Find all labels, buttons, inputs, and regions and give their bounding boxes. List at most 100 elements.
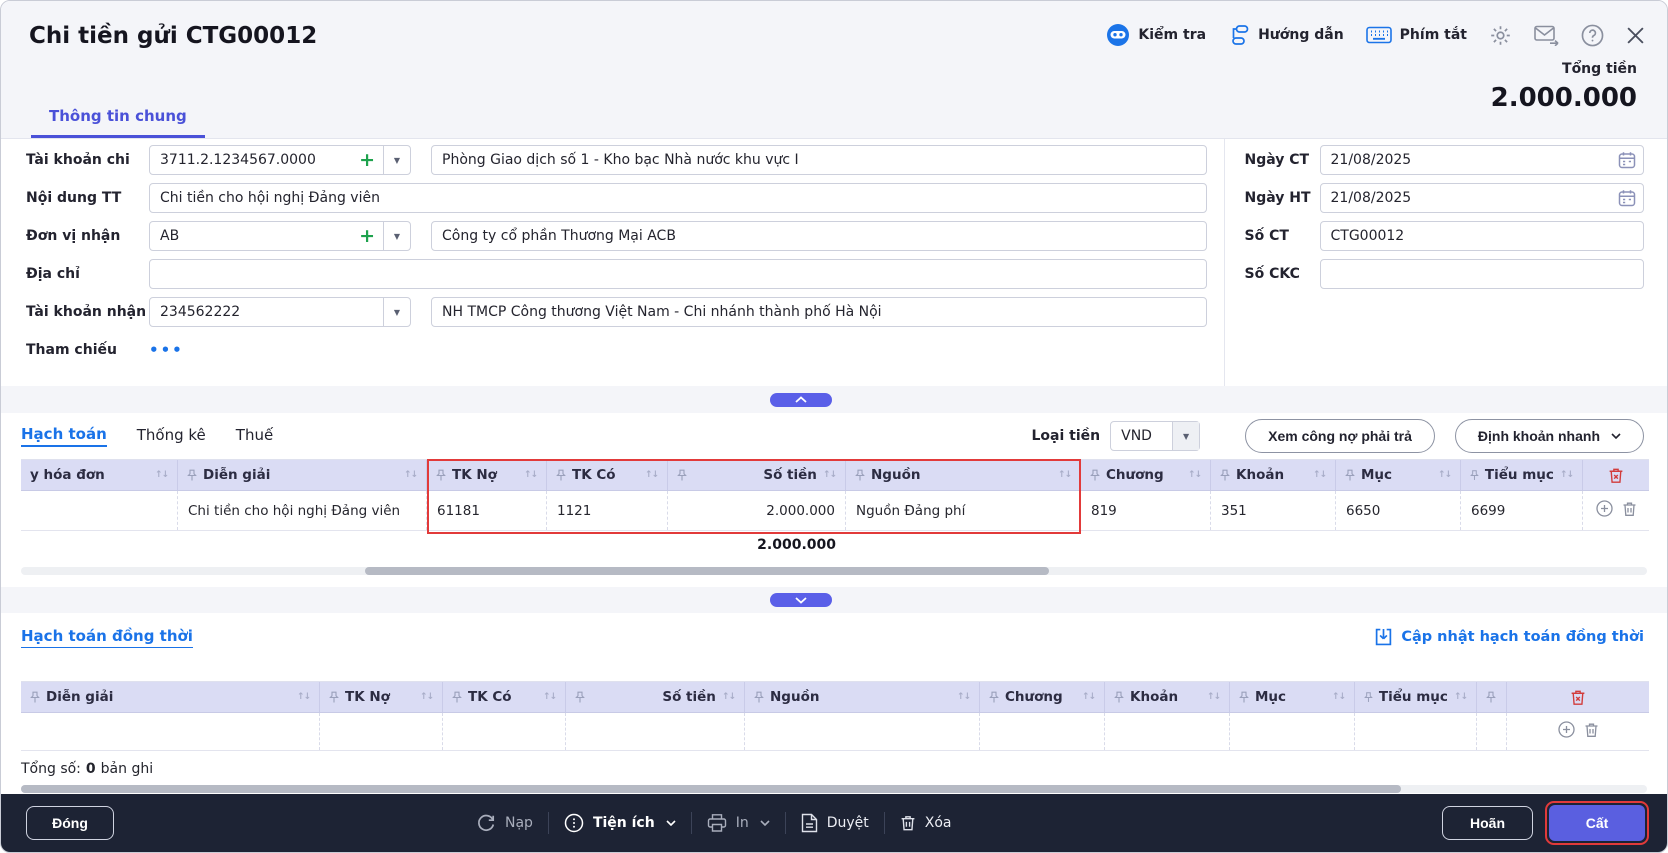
chevron-down-icon[interactable]: ▼ — [383, 222, 410, 250]
close-icon[interactable] — [1626, 26, 1645, 45]
sort-icon[interactable]: ↑↓ — [823, 470, 836, 480]
payment-content-field[interactable]: Chi tiền cho hội nghị Đảng viên — [149, 183, 1207, 213]
calendar-icon[interactable] — [1618, 189, 1636, 211]
sort-icon[interactable]: ↑↓ — [524, 470, 537, 480]
approve-button[interactable]: Duyệt — [801, 813, 869, 833]
sort-icon[interactable]: ↑↓ — [1332, 692, 1345, 702]
posting-date-field[interactable]: 21/08/2025 — [1320, 183, 1645, 213]
view-payables-button[interactable]: Xem công nợ phải trả — [1245, 419, 1435, 453]
add-icon[interactable]: + — [351, 227, 383, 246]
sort-icon[interactable]: ↑↓ — [722, 692, 735, 702]
utilities-button[interactable]: Tiện ích — [564, 813, 676, 833]
chevron-down-icon: ▼ — [1172, 422, 1199, 450]
chevron-down-icon[interactable]: ▼ — [383, 298, 410, 326]
delete-row-icon[interactable] — [1584, 722, 1599, 742]
reference-ellipsis-button[interactable]: ••• — [149, 341, 184, 359]
accounting-table-header: y hóa đơn ↑↓ Diễn giải ↑↓ TK Nợ ↑↓ TK Có… — [21, 459, 1649, 491]
sort-icon[interactable]: ↑↓ — [297, 692, 310, 702]
print-button[interactable]: In — [707, 813, 770, 833]
reload-button[interactable]: Nạp — [476, 813, 533, 833]
column-header-tk-no[interactable]: TK Nợ ↑↓ — [427, 460, 547, 490]
sort-icon[interactable]: ↑↓ — [1560, 470, 1573, 480]
column-header-nguon[interactable]: Nguồn ↑↓ — [846, 460, 1081, 490]
column-header-muc[interactable]: Mục ↑↓ — [1336, 460, 1461, 490]
column-header-khoan[interactable]: Khoản ↑↓ — [1105, 682, 1230, 712]
delete-button[interactable]: Xóa — [900, 814, 952, 832]
sort-icon[interactable]: ↑↓ — [543, 692, 556, 702]
sort-icon[interactable]: ↑↓ — [1058, 470, 1071, 480]
column-header-so-tien[interactable]: Số tiền ↑↓ — [668, 460, 846, 490]
sort-icon[interactable]: ↑↓ — [1082, 692, 1095, 702]
horizontal-scrollbar[interactable] — [21, 785, 1647, 793]
column-header-so-tien[interactable]: Số tiền ↑↓ — [566, 682, 745, 712]
scrollbar-thumb[interactable] — [365, 567, 1049, 575]
sort-icon[interactable]: ↑↓ — [1454, 692, 1467, 702]
add-row-icon[interactable] — [1596, 500, 1613, 521]
mail-send-icon[interactable] — [1534, 25, 1559, 46]
pay-account-combo[interactable]: 3711.2.1234567.0000 + ▼ — [149, 145, 411, 175]
column-header-tk-co[interactable]: TK Có ↑↓ — [547, 460, 668, 490]
guide-button[interactable]: Hướng dẫn — [1228, 24, 1344, 46]
tab-hach-toan-dong-thoi[interactable]: Hạch toán đồng thời — [21, 627, 193, 648]
add-row-icon[interactable] — [1558, 721, 1575, 742]
column-header-hoa-don[interactable]: y hóa đơn ↑↓ — [21, 460, 178, 490]
calendar-icon[interactable] — [1618, 151, 1636, 173]
sort-icon[interactable]: ↑↓ — [1207, 692, 1220, 702]
add-icon[interactable]: + — [351, 151, 383, 170]
sort-icon[interactable]: ↑↓ — [1188, 470, 1201, 480]
receiver-unit-name-field[interactable]: Công ty cổ phần Thương Mại ACB — [431, 221, 1207, 251]
column-header-nguon[interactable]: Nguồn ↑↓ — [745, 682, 980, 712]
column-header-muc[interactable]: Mục ↑↓ — [1230, 682, 1355, 712]
pay-account-name-field[interactable]: Phòng Giao dịch số 1 - Kho bạc Nhà nước … — [431, 145, 1207, 175]
column-header-tieu-muc[interactable]: Tiểu mục ↑↓ — [1355, 682, 1477, 712]
document-number-field[interactable]: CTG00012 — [1320, 221, 1645, 251]
column-header-tk-co[interactable]: TK Có ↑↓ — [443, 682, 566, 712]
column-header-tk-no[interactable]: TK Nợ ↑↓ — [320, 682, 443, 712]
delete-row-icon[interactable] — [1622, 501, 1637, 521]
help-icon[interactable] — [1581, 24, 1604, 47]
postpone-button[interactable]: Hoãn — [1442, 806, 1533, 840]
document-icon — [801, 813, 818, 833]
horizontal-scrollbar[interactable] — [21, 567, 1647, 575]
scrollbar-thumb[interactable] — [21, 785, 1401, 793]
update-simultaneous-link[interactable]: Cập nhật hạch toán đồng thời — [1375, 628, 1644, 646]
sort-icon[interactable]: ↑↓ — [645, 470, 658, 480]
column-header-dien-giai[interactable]: Diễn giải ↑↓ — [178, 460, 427, 490]
sort-icon[interactable]: ↑↓ — [155, 470, 168, 480]
chevron-down-icon[interactable]: ▼ — [383, 146, 410, 174]
flowchart-icon — [1228, 24, 1250, 46]
tab-thue[interactable]: Thuế — [236, 426, 273, 446]
gear-icon[interactable] — [1489, 24, 1512, 47]
quick-posting-button[interactable]: Định khoản nhanh — [1455, 419, 1644, 453]
close-button[interactable]: Đóng — [26, 806, 114, 840]
column-header-tieu-muc[interactable]: Tiểu mục ↑↓ — [1461, 460, 1583, 490]
delete-column-header[interactable] — [1507, 682, 1649, 712]
document-date-field[interactable]: 21/08/2025 — [1320, 145, 1645, 175]
collapse-toggle-up[interactable] — [770, 393, 832, 407]
receiver-unit-combo[interactable]: AB + ▼ — [149, 221, 411, 251]
save-button[interactable]: Cất — [1549, 805, 1645, 841]
receive-account-combo[interactable]: 234562222 ▼ — [149, 297, 411, 327]
sort-icon[interactable]: ↑↓ — [1438, 470, 1451, 480]
column-header-chuong[interactable]: Chương ↑↓ — [980, 682, 1105, 712]
tab-thong-ke[interactable]: Thống kê — [137, 426, 206, 446]
currency-select[interactable]: VND ▼ — [1110, 421, 1200, 451]
column-header-dien-giai[interactable]: Diễn giải ↑↓ — [21, 682, 320, 712]
sort-icon[interactable]: ↑↓ — [1313, 470, 1326, 480]
tab-hach-toan[interactable]: Hạch toán — [21, 425, 107, 447]
collapse-toggle-down[interactable] — [770, 593, 832, 607]
sort-icon[interactable]: ↑↓ — [420, 692, 433, 702]
receive-bank-name-field[interactable]: NH TMCP Công thương Việt Nam - Chi nhánh… — [431, 297, 1207, 327]
column-header-khoan[interactable]: Khoản ↑↓ — [1211, 460, 1336, 490]
sort-icon[interactable]: ↑↓ — [957, 692, 970, 702]
check-button[interactable]: Kiểm tra — [1106, 23, 1206, 47]
ckc-number-field[interactable] — [1320, 259, 1645, 289]
shortcut-button[interactable]: Phím tắt — [1366, 26, 1467, 45]
sort-icon[interactable]: ↑↓ — [404, 470, 417, 480]
column-header-chuong[interactable]: Chương ↑↓ — [1081, 460, 1211, 490]
tab-thong-tin-chung[interactable]: Thông tin chung — [31, 107, 205, 138]
accounting-table-row[interactable]: Chi tiền cho hội nghị Đảng viên 61181 11… — [21, 491, 1649, 531]
simultaneous-empty-row[interactable] — [21, 713, 1649, 751]
delete-column-header[interactable] — [1583, 460, 1649, 490]
address-field[interactable] — [149, 259, 1207, 289]
